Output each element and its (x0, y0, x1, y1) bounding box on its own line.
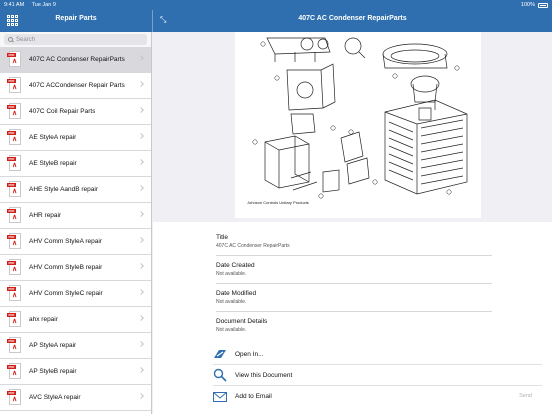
meta-value: Not available. (216, 327, 247, 333)
list-item[interactable]: PDF ∧ 407C AC Condenser RepairParts (0, 47, 151, 73)
file-label: AVC StyleA repair (29, 394, 81, 401)
meta-key: Document Details (216, 318, 268, 325)
pdf-file-icon: PDF ∧ (7, 50, 22, 69)
chevron-right-icon (138, 185, 144, 191)
pdf-file-icon: PDF ∧ (7, 206, 22, 225)
file-label: AP StyleB repair (29, 368, 77, 375)
meta-value: Not available. (216, 271, 247, 277)
file-label: 407C ACCondenser Repair Parts (29, 82, 125, 89)
file-label: 407C Coil Repair Parts (29, 108, 96, 115)
pdf-file-icon: PDF ∧ (7, 128, 22, 147)
file-list: PDF ∧ 407C AC Condenser RepairParts PDF ∧ 407… (0, 47, 151, 411)
chevron-right-icon (138, 367, 144, 373)
add-to-email-label: Add to Email (235, 393, 272, 400)
meta-title: Title 407C AC Condenser RepairParts (216, 228, 492, 256)
pdf-file-icon: PDF ∧ (7, 284, 22, 303)
status-time: 9:41 AM (4, 2, 25, 8)
pdf-file-icon: PDF ∧ (7, 76, 22, 95)
meta-value: Not available. (216, 299, 247, 305)
list-item[interactable]: PDF ∧ AP StyleB repair (0, 359, 151, 385)
meta-key: Date Modified (216, 290, 257, 297)
chevron-right-icon (138, 315, 144, 321)
pdf-file-icon: PDF ∧ (7, 310, 22, 329)
meta-key: Title (216, 234, 229, 241)
navigation-bar: Repair Parts ⤡ 407C AC Condenser RepairP… (0, 10, 552, 32)
search-input[interactable]: Search (4, 34, 147, 45)
view-document-button[interactable]: View this Document (213, 365, 542, 386)
list-item[interactable]: PDF ∧ ahx repair (0, 307, 151, 333)
chevron-right-icon (138, 55, 144, 61)
search-icon (8, 37, 13, 42)
status-date: Tue Jan 9 (31, 2, 56, 8)
list-item[interactable]: PDF ∧ AE StyleB repair (0, 151, 151, 177)
file-label: AHV Comm StyleB repair (29, 264, 103, 271)
sidebar: Search PDF ∧ 407C AC Condenser RepairParts… (0, 32, 152, 414)
list-item[interactable]: PDF ∧ 407C ACCondenser Repair Parts (0, 73, 151, 99)
detail-pane: Johnson Controls Unitary Products Title … (153, 32, 552, 414)
meta-key: Date Created (216, 262, 255, 269)
list-item[interactable]: PDF ∧ AP StyleA repair (0, 333, 151, 359)
chevron-right-icon (138, 393, 144, 399)
envelope-icon (213, 390, 227, 404)
search-placeholder: Search (16, 36, 36, 43)
pdf-file-icon: PDF ∧ (7, 336, 22, 355)
open-in-button[interactable]: Open In... (213, 344, 542, 365)
exploded-parts-diagram: Johnson Controls Unitary Products (247, 37, 468, 205)
list-item[interactable]: PDF ∧ 407C Coil Repair Parts (0, 99, 151, 125)
send-button[interactable]: Send (519, 393, 532, 399)
pdf-file-icon: PDF ∧ (7, 102, 22, 121)
status-bar: 9:41 AM Tue Jan 9 100% (0, 0, 552, 10)
sidebar-title: Repair Parts (55, 15, 97, 22)
detail-title: 407C AC Condenser RepairParts (298, 15, 407, 22)
magnifier-icon (213, 368, 227, 382)
search-bar: Search (0, 32, 151, 47)
list-item[interactable]: PDF ∧ AHE Style AandB repair (0, 177, 151, 203)
chevron-right-icon (138, 81, 144, 87)
list-item[interactable]: PDF ∧ AHV Comm StyleC repair (0, 281, 151, 307)
document-preview[interactable]: Johnson Controls Unitary Products (235, 32, 481, 218)
file-label: AHE Style AandB repair (29, 186, 99, 193)
chevron-right-icon (138, 159, 144, 165)
file-label: AHV Comm StyleC repair (29, 290, 103, 297)
file-label: AE StyleA repair (29, 134, 77, 141)
meta-document-details: Document Details Not available. (216, 312, 492, 340)
pdf-file-icon: PDF ∧ (7, 154, 22, 173)
list-item[interactable]: PDF ∧ AHR repair (0, 203, 151, 229)
pdf-file-icon: PDF ∧ (7, 388, 22, 407)
file-label: AE StyleB repair (29, 160, 77, 167)
battery-icon (538, 2, 548, 8)
chevron-right-icon (138, 237, 144, 243)
document-metadata: Title 407C AC Condenser RepairParts Date… (153, 222, 552, 362)
preview-caption: Johnson Controls Unitary Products (247, 200, 309, 205)
list-item[interactable]: PDF ∧ AVC StyleA repair (0, 385, 151, 411)
meta-value: 407C AC Condenser RepairParts (216, 243, 290, 249)
meta-date-created: Date Created Not available. (216, 256, 492, 284)
pdf-file-icon: PDF ∧ (7, 258, 22, 277)
document-actions: Open In... View this Document Add to Ema… (153, 344, 552, 414)
open-in-label: Open In... (235, 350, 264, 358)
pdf-file-icon: PDF ∧ (7, 180, 22, 199)
pdf-file-icon: PDF ∧ (7, 232, 22, 251)
chevron-right-icon (138, 211, 144, 217)
list-item[interactable]: PDF ∧ AHV Comm StyleA repair (0, 229, 151, 255)
chevron-right-icon (138, 133, 144, 139)
chevron-right-icon (138, 107, 144, 113)
file-label: AP StyleA repair (29, 342, 77, 349)
chevron-right-icon (138, 341, 144, 347)
add-to-email-button[interactable]: Add to Email Send (213, 386, 542, 407)
chevron-right-icon (138, 263, 144, 269)
file-label: AHV Comm StyleA repair (29, 238, 102, 245)
pdf-file-icon: PDF ∧ (7, 362, 22, 381)
list-item[interactable]: PDF ∧ AHV Comm StyleB repair (0, 255, 151, 281)
view-document-label: View this Document (235, 371, 293, 379)
meta-date-modified: Date Modified Not available. (216, 284, 492, 312)
file-label: ahx repair (29, 316, 58, 323)
battery-percent: 100% (520, 2, 535, 8)
list-item[interactable]: PDF ∧ AE StyleA repair (0, 125, 151, 151)
open-in-icon (213, 347, 227, 361)
chevron-right-icon (138, 289, 144, 295)
file-label: AHR repair (29, 212, 62, 219)
file-label: 407C AC Condenser RepairParts (29, 56, 125, 63)
